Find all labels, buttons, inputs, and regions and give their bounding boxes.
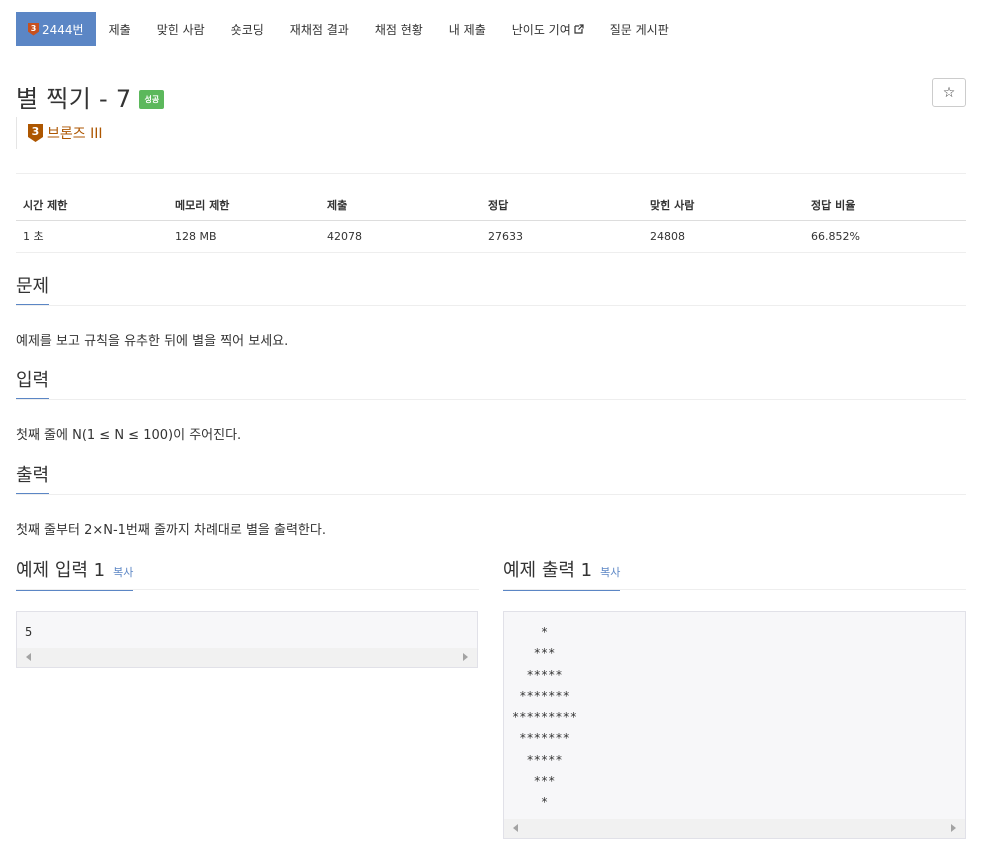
- table-row: 1 초 128 MB 42078 27633 24808 66.852%: [16, 220, 966, 253]
- bronze-tier-icon: 3: [28, 124, 43, 142]
- horizontal-scrollbar[interactable]: [17, 648, 477, 667]
- sample-output-heading: 예제 출력 1 복사: [503, 560, 621, 591]
- input-heading: 입력: [16, 370, 50, 399]
- header-accept-rate: 정답 비율: [804, 190, 966, 221]
- value-accepted: 27633: [481, 220, 643, 253]
- copy-output-button[interactable]: 복사: [600, 562, 620, 584]
- nav-tab-short-coding[interactable]: 숏코딩: [218, 12, 277, 46]
- sample-input-title: 예제 입력 1: [16, 560, 106, 581]
- table-header-row: 시간 제한 메모리 제한 제출 정답 맞힌 사람 정답 비율: [16, 190, 966, 221]
- sample-input-heading: 예제 입력 1 복사: [16, 560, 134, 591]
- bronze-tier-icon: 3: [28, 22, 39, 36]
- nav-tab-problem-label: 2444번: [42, 22, 84, 37]
- nav-tab-board[interactable]: 질문 게시판: [597, 12, 682, 46]
- header-memory-limit: 메모리 제한: [168, 190, 320, 221]
- problem-info-table: 시간 제한 메모리 제한 제출 정답 맞힌 사람 정답 비율 1 초 128 M…: [16, 190, 966, 253]
- problem-tier: 3 브론즈 III: [16, 117, 102, 149]
- header-submissions: 제출: [320, 190, 481, 221]
- value-submissions: 42078: [320, 220, 481, 253]
- sample-output-content: * *** ***** ******* ********* ******* **…: [512, 625, 578, 810]
- output-section-header: 출력: [16, 465, 966, 495]
- nav-tab-my-submissions[interactable]: 내 제출: [436, 12, 499, 46]
- nav-tab-rejudge[interactable]: 재채점 결과: [277, 12, 362, 46]
- scroll-right-icon[interactable]: [951, 824, 956, 832]
- scroll-right-icon[interactable]: [463, 653, 468, 661]
- value-time-limit: 1 초: [16, 220, 168, 253]
- nav-tab-problem[interactable]: 3 2444번: [16, 12, 96, 46]
- nav-tab-submit[interactable]: 제출: [96, 12, 144, 46]
- page-title: 별 찍기 - 7: [16, 85, 132, 113]
- external-link-icon: [574, 24, 584, 34]
- nav-tab-difficulty-label: 난이도 기여: [511, 22, 571, 37]
- output-heading: 출력: [16, 465, 50, 494]
- input-section-header: 입력: [16, 370, 966, 400]
- output-text: 첫째 줄부터 2×N-1번째 줄까지 차례대로 별을 출력한다.: [16, 523, 326, 538]
- tier-label[interactable]: 브론즈 III: [47, 123, 102, 143]
- star-icon: ☆: [942, 84, 956, 101]
- result-badge: 성공: [139, 90, 165, 109]
- problem-title-row: 별 찍기 - 7 성공: [16, 79, 165, 114]
- header-solvers: 맞힌 사람: [643, 190, 804, 221]
- input-text: 첫째 줄에 N(1 ≤ N ≤ 100)이 주어진다.: [16, 428, 242, 443]
- header-time-limit: 시간 제한: [16, 190, 168, 221]
- scroll-left-icon[interactable]: [26, 653, 31, 661]
- sample-input-header: 예제 입력 1 복사: [16, 560, 479, 591]
- horizontal-scrollbar[interactable]: [504, 819, 965, 838]
- nav-tab-difficulty[interactable]: 난이도 기여: [499, 12, 597, 46]
- divider: [16, 173, 966, 174]
- description-text: 예제를 보고 규칙을 유추한 뒤에 별을 찍어 보세요.: [16, 334, 289, 349]
- nav-tab-status[interactable]: 채점 현황: [362, 12, 436, 46]
- problem-nav: 3 2444번 제출 맞힌 사람 숏코딩 재채점 결과 채점 현황 내 제출 난…: [16, 12, 682, 46]
- sample-input-box[interactable]: 5: [16, 611, 478, 668]
- description-heading: 문제: [16, 276, 50, 305]
- star-button[interactable]: ☆: [932, 78, 966, 107]
- sample-input-content: 5: [25, 625, 33, 639]
- value-memory-limit: 128 MB: [168, 220, 320, 253]
- value-accept-rate: 66.852%: [804, 220, 966, 253]
- value-solvers: 24808: [643, 220, 804, 253]
- copy-input-button[interactable]: 복사: [113, 562, 133, 584]
- scroll-left-icon[interactable]: [513, 824, 518, 832]
- nav-tab-solvers[interactable]: 맞힌 사람: [144, 12, 218, 46]
- sample-output-header: 예제 출력 1 복사: [503, 560, 966, 591]
- description-section-header: 문제: [16, 276, 966, 306]
- sample-output-title: 예제 출력 1: [503, 560, 593, 581]
- sample-output-box[interactable]: * *** ***** ******* ********* ******* **…: [503, 611, 966, 839]
- header-accepted: 정답: [481, 190, 643, 221]
